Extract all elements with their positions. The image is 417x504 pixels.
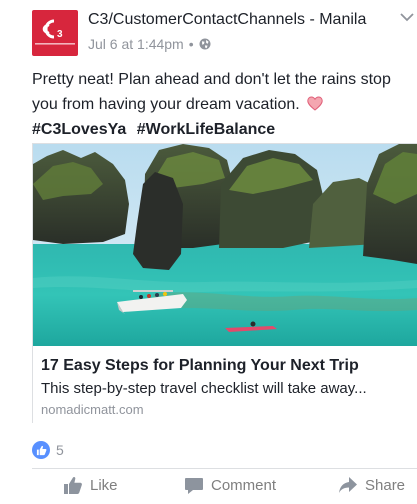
comment-label: Comment (211, 477, 277, 494)
link-preview-info[interactable]: 17 Easy Steps for Planning Your Next Tri… (33, 346, 417, 424)
comment-icon (185, 478, 203, 494)
post-header: 3 C3/CustomerContactChannels - Manila Ju… (0, 0, 417, 62)
share-label: Share (365, 477, 406, 494)
post-meta: Jul 6 at 1:44pm • (88, 36, 211, 52)
share-button[interactable]: Share (338, 476, 405, 495)
like-reaction-icon (32, 441, 50, 459)
link-description: This step-by-step travel checklist will … (41, 380, 367, 397)
hashtag-link[interactable]: #WorkLifeBalance (137, 121, 275, 138)
c3-logo-icon: 3 (42, 19, 63, 40)
link-preview-image[interactable] (33, 144, 417, 346)
post-body-text: Pretty neat! Plan ahead and don't let th… (32, 71, 391, 113)
chevron-down-icon[interactable] (400, 12, 414, 22)
page-avatar[interactable]: 3 (32, 10, 78, 56)
meta-separator: • (188, 36, 194, 52)
like-button[interactable]: Like (63, 476, 118, 495)
like-label: Like (90, 477, 118, 494)
link-title[interactable]: 17 Easy Steps for Planning Your Next Tri… (41, 356, 409, 376)
reaction-summary[interactable]: 5 (32, 439, 64, 461)
comment-button[interactable]: Comment (184, 476, 276, 495)
lagoon-photo (33, 144, 417, 346)
hashtag-link[interactable]: #C3LovesYa (32, 121, 126, 138)
logo-tagline-mark (35, 43, 75, 45)
reaction-count[interactable]: 5 (56, 442, 64, 458)
link-domain: nomadicmatt.com (41, 402, 144, 417)
link-preview-card[interactable]: 17 Easy Steps for Planning Your Next Tri… (32, 143, 417, 423)
page-name[interactable]: C3/CustomerContactChannels - Manila (88, 11, 366, 29)
svg-text:3: 3 (57, 29, 63, 40)
post-timestamp[interactable]: Jul 6 at 1:44pm (88, 36, 184, 52)
thumbs-up-icon (64, 477, 82, 494)
share-icon (339, 477, 357, 493)
post-actions-bar: Like Comment Share (32, 469, 417, 504)
post-message: Pretty neat! Plan ahead and don't let th… (32, 67, 417, 142)
globe-icon (199, 38, 211, 50)
hashtags: #C3LovesYa #WorkLifeBalance (32, 117, 417, 142)
heart-emoji-icon (307, 96, 323, 111)
